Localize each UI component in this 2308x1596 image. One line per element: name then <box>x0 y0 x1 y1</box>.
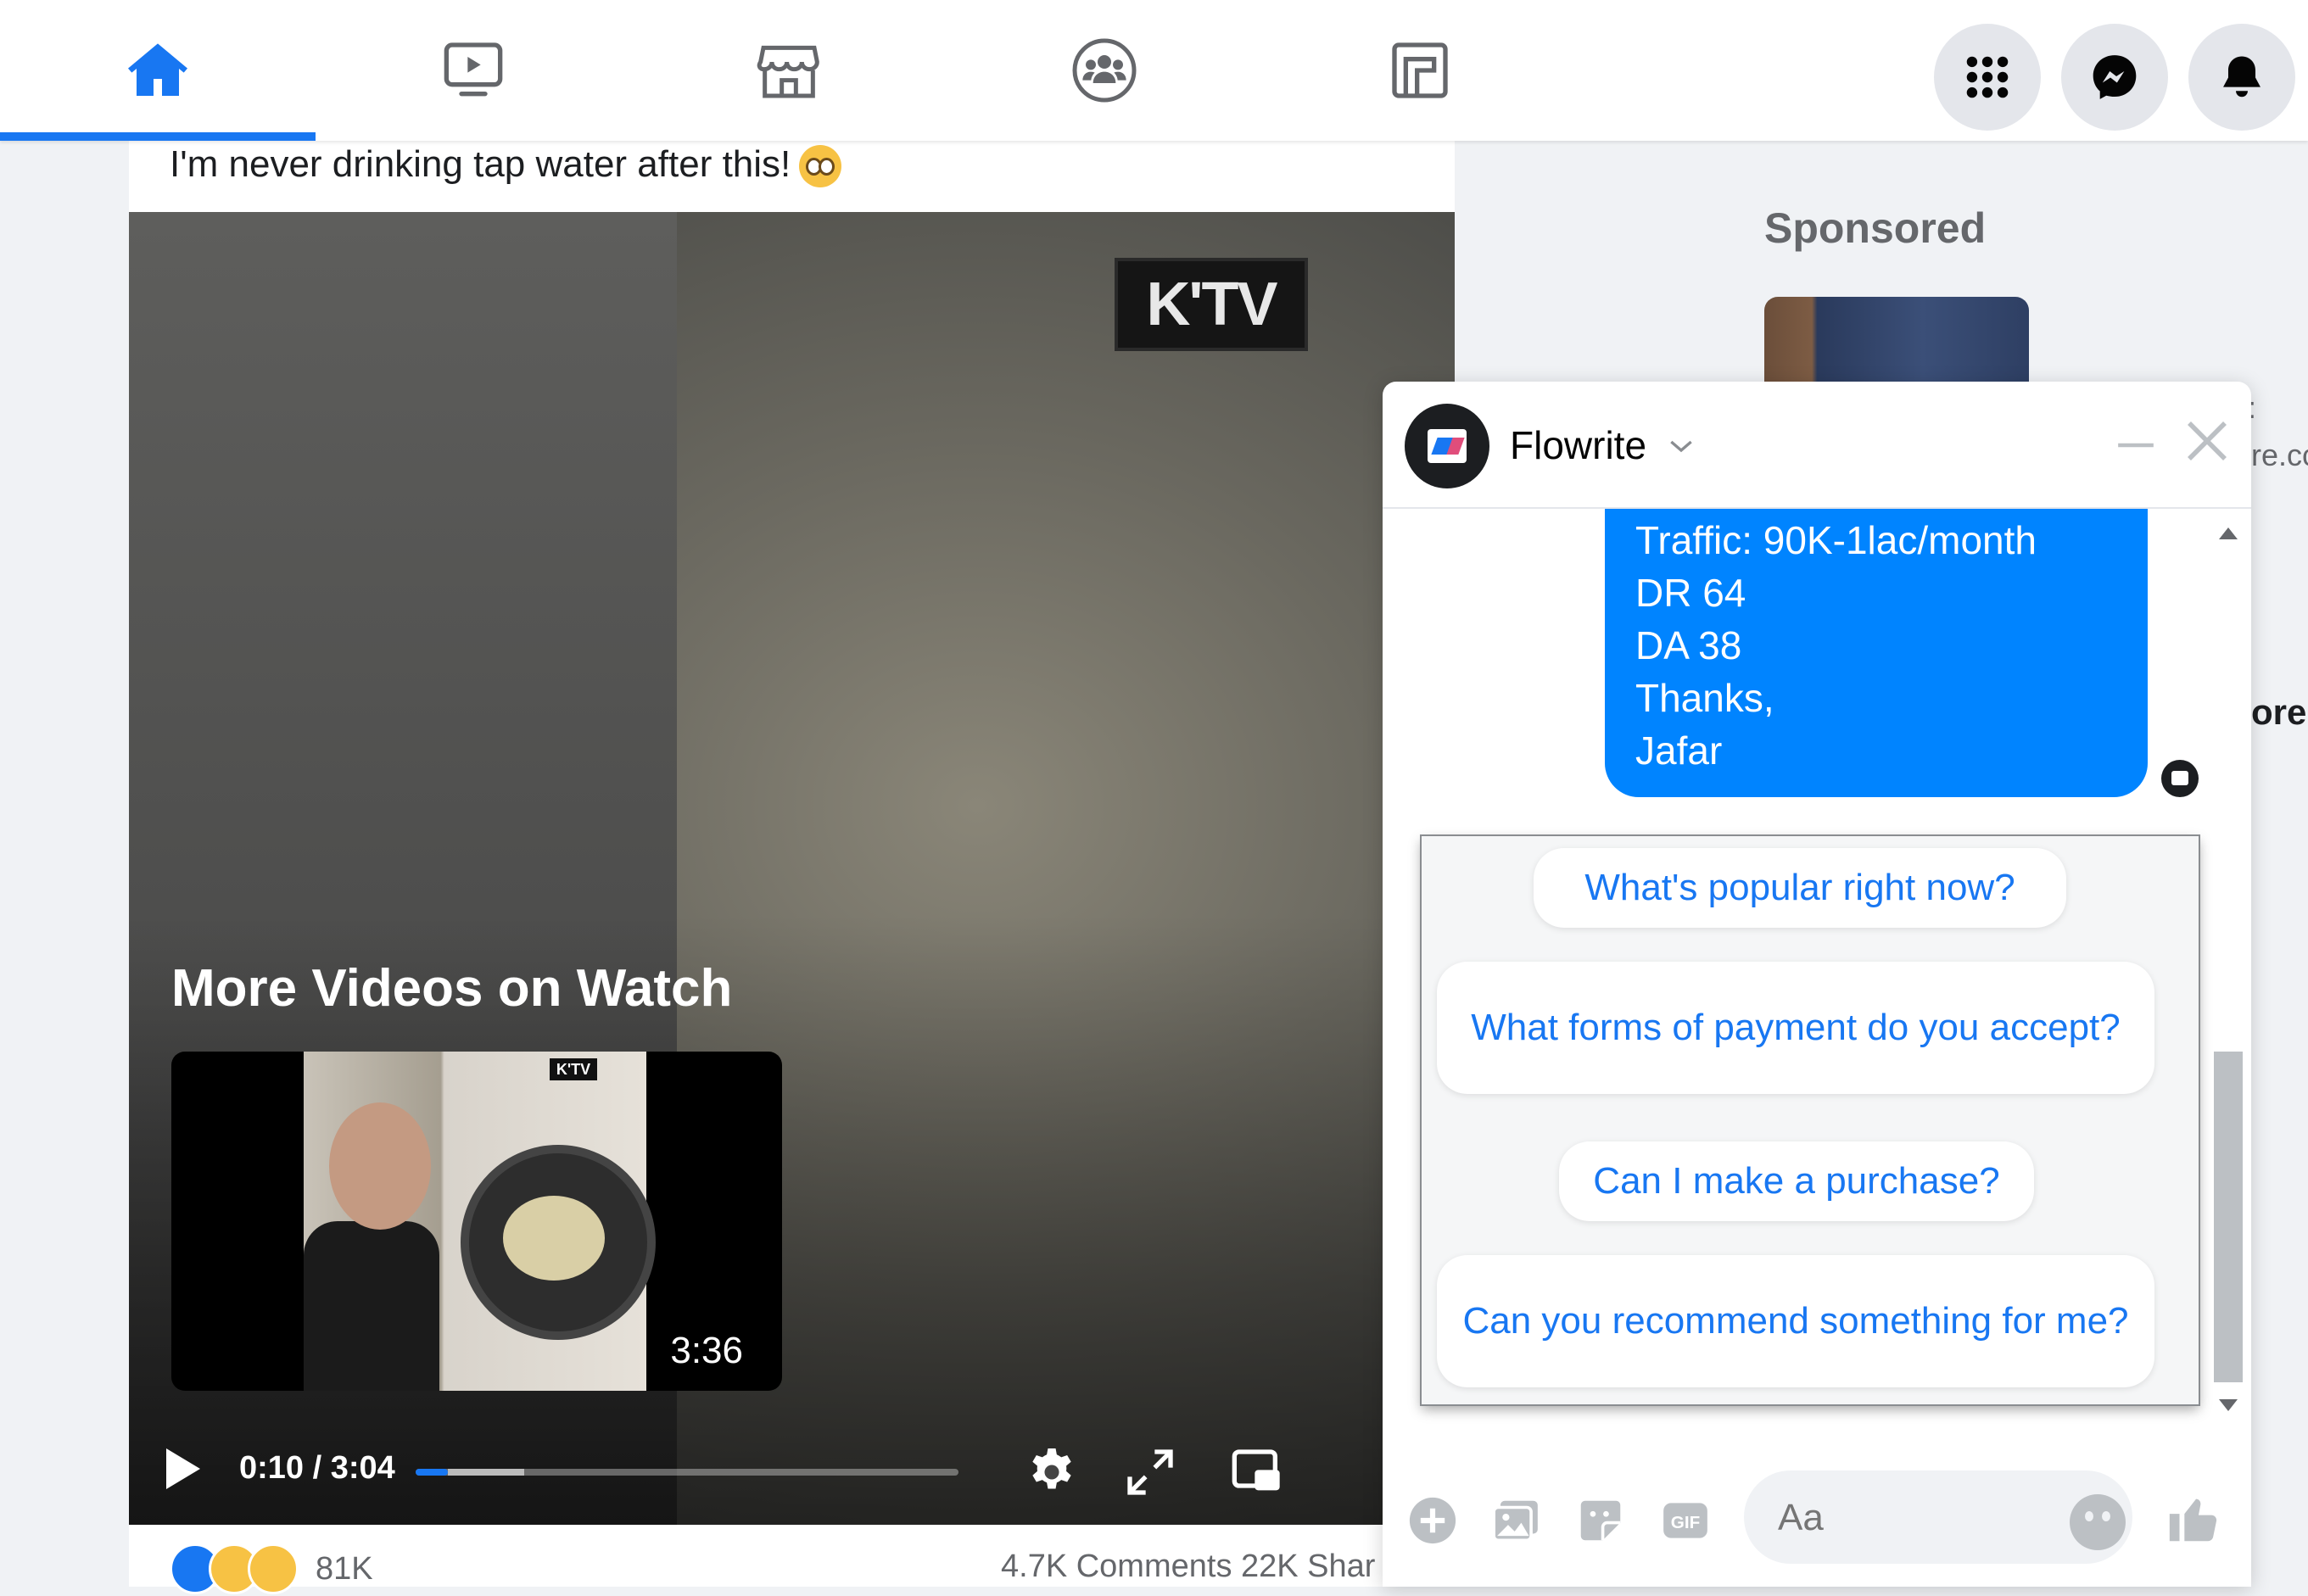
message-line: Jafar <box>1635 728 1723 773</box>
feed-post: I'm never drinking tap water after this!… <box>129 141 1455 1594</box>
nav-tab-groups[interactable] <box>947 0 1262 141</box>
suggested-video-duration: 3:36 <box>670 1330 743 1371</box>
settings-button[interactable] <box>1018 1438 1086 1506</box>
video-time: 0:10 / 3:04 <box>239 1450 395 1486</box>
sticker-icon <box>1580 1500 1621 1541</box>
gear-icon <box>1032 1448 1071 1489</box>
quick-replies-panel: What's popular right now? What forms of … <box>1422 836 2199 1404</box>
photo-icon <box>1492 1500 1538 1543</box>
gaming-icon <box>1392 42 1448 98</box>
chat-header: Flowrite <box>1383 382 2251 509</box>
video-progress-fill <box>416 1469 449 1476</box>
flushed-face-emoji <box>799 145 842 188</box>
sent-message-bubble[interactable]: Traffic: 90K-1lac/month DR 64 DA 38 Than… <box>1605 509 2148 797</box>
nav-tab-gaming[interactable] <box>1262 0 1578 141</box>
suggested-video-thumbnail: K'TV <box>304 1052 656 1391</box>
more-actions-button[interactable] <box>1405 1493 1461 1549</box>
top-navigation-bar <box>0 0 2308 141</box>
flowrite-avatar[interactable] <box>1405 404 1489 488</box>
messenger-button[interactable] <box>2061 24 2168 131</box>
video-player[interactable]: K'TV More Videos on Watch K'TV 3:36 0:10… <box>129 212 1455 1525</box>
message-composer: GIF <box>1383 1447 2251 1587</box>
home-icon <box>128 43 187 96</box>
ktv-watermark: K'TV <box>1115 258 1308 351</box>
messenger-chat-window: Flowrite Traffic: 90K-1lac/month DR 64 D… <box>1383 382 2251 1587</box>
nav-tab-watch[interactable] <box>316 0 631 141</box>
video-progress-bar[interactable] <box>416 1469 958 1476</box>
chat-scrollbar-thumb[interactable] <box>2214 1052 2243 1382</box>
see-more-fragment: ore <box>2251 692 2307 732</box>
picture-in-picture-icon <box>1232 1449 1280 1491</box>
chat-contact-name[interactable]: Flowrite <box>1510 422 1646 468</box>
seen-receipt-avatar <box>2161 760 2199 797</box>
haha-reaction-icon <box>248 1543 299 1594</box>
message-line: DA 38 <box>1635 623 1742 667</box>
post-footer: 81K 4.7K Comments 22K Shar <box>170 1543 1425 1596</box>
gif-button[interactable]: GIF <box>1657 1493 1713 1549</box>
plus-circle-icon <box>1409 1497 1456 1544</box>
quick-reply-purchase[interactable]: Can I make a purchase? <box>1559 1141 2034 1221</box>
reactions-summary[interactable]: 81K <box>170 1543 373 1594</box>
quick-reply-recommend[interactable]: Can you recommend something for me? <box>1437 1255 2154 1387</box>
scroll-down-arrow[interactable] <box>2219 1399 2238 1411</box>
video-controls: 0:10 / 3:04 <box>129 1423 1455 1525</box>
notifications-icon <box>2223 56 2260 98</box>
svg-text:GIF: GIF <box>1671 1513 1700 1532</box>
fullscreen-button[interactable] <box>1116 1438 1184 1506</box>
post-caption-text: I'm never drinking tap water after this! <box>170 143 791 185</box>
nav-tab-marketplace[interactable] <box>631 0 947 141</box>
thumbs-up-icon[interactable] <box>2165 1489 2224 1549</box>
marketplace-icon <box>757 45 819 98</box>
groups-icon <box>1072 38 1137 103</box>
sticker-button[interactable] <box>1573 1493 1629 1549</box>
gif-icon: GIF <box>1663 1503 1707 1538</box>
watch-icon <box>444 42 503 97</box>
sponsored-heading: Sponsored <box>1764 204 1987 252</box>
emoji-icon[interactable] <box>2070 1494 2126 1550</box>
close-icon[interactable] <box>2183 417 2231 465</box>
message-input[interactable] <box>1776 1470 2034 1565</box>
message-input-field[interactable] <box>1744 1470 2132 1565</box>
chevron-down-icon[interactable] <box>1664 429 1698 463</box>
sponsored-url-fragment: re.cc <box>2251 438 2308 472</box>
quick-reply-popular[interactable]: What's popular right now? <box>1534 848 2066 928</box>
suggested-video-watermark: K'TV <box>550 1058 597 1080</box>
post-caption: I'm never drinking tap water after this! <box>170 141 842 188</box>
fullscreen-icon <box>1127 1449 1173 1495</box>
comments-shares-count[interactable]: 4.7K Comments 22K Shar <box>1001 1549 1375 1585</box>
sponsored-ad-image[interactable] <box>1764 297 2029 390</box>
suggested-video-card[interactable]: K'TV 3:36 <box>171 1052 782 1391</box>
menu-icon <box>1966 56 2009 98</box>
message-line: Traffic: 90K-1lac/month <box>1635 518 2037 562</box>
minimize-icon[interactable] <box>2112 424 2160 466</box>
reaction-count: 81K <box>316 1550 373 1587</box>
nav-tab-home[interactable] <box>0 0 316 141</box>
more-videos-title: More Videos on Watch <box>171 959 733 1018</box>
scroll-up-arrow[interactable] <box>2219 527 2238 539</box>
notifications-button[interactable] <box>2188 24 2295 131</box>
menu-button[interactable] <box>1934 24 2041 131</box>
message-line: Thanks, <box>1635 676 1774 720</box>
messenger-icon <box>2093 55 2137 99</box>
quick-reply-payment[interactable]: What forms of payment do you accept? <box>1437 962 2154 1094</box>
play-icon[interactable] <box>166 1448 200 1489</box>
message-line: DR 64 <box>1635 571 1746 615</box>
attach-photo-button[interactable] <box>1488 1493 1544 1549</box>
picture-in-picture-button[interactable] <box>1223 1438 1291 1506</box>
